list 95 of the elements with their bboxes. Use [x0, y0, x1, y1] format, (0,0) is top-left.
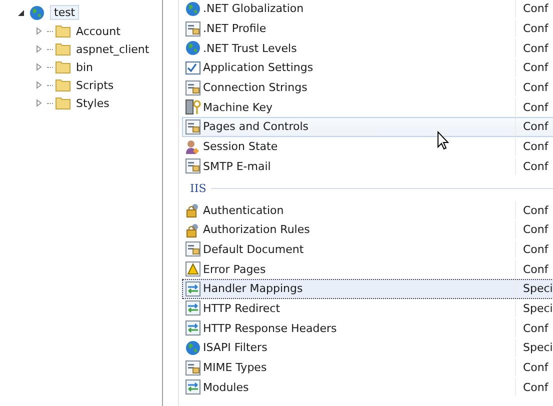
- page-icon: [185, 20, 201, 37]
- checklist-icon: [185, 60, 201, 76]
- feature-row[interactable]: ISAPI Filters Speci: [182, 338, 553, 358]
- table-cell-text: Conf: [522, 100, 548, 114]
- page-icon: [185, 158, 201, 174]
- table-cell-text: Speci: [522, 302, 553, 315]
- table-cell-text: Conf: [522, 223, 548, 236]
- arrows-icon: [185, 280, 201, 297]
- tree-item[interactable]: Scripts: [73, 78, 117, 92]
- feature-row[interactable]: Application Settings Conf: [182, 58, 553, 78]
- tree-item[interactable]: bin: [73, 60, 96, 74]
- feature-row[interactable]: Modules Conf: [182, 377, 553, 398]
- globe-icon: [185, 40, 201, 56]
- folder-icon: [55, 60, 71, 74]
- lock-icon: [185, 222, 201, 238]
- table-cell-text: Conf: [522, 81, 548, 94]
- lock-icon: [185, 202, 201, 218]
- globe-icon: [29, 4, 45, 20]
- feature-name: ISAPI Filters: [203, 341, 268, 354]
- feature-name: Authentication: [203, 204, 284, 217]
- person-icon: [185, 138, 201, 155]
- folder-icon: [55, 42, 71, 56]
- feature-row[interactable]: HTTP Response Headers Conf: [182, 318, 553, 338]
- page-icon: [185, 360, 201, 376]
- expand-arrow-icon[interactable]: [35, 44, 44, 54]
- feature-row[interactable]: HTTP Redirect Speci: [182, 298, 553, 318]
- feature-row[interactable]: Machine Key Conf: [182, 97, 553, 118]
- feature-name: HTTP Redirect: [203, 302, 280, 315]
- feature-name: .NET Globalization: [203, 2, 304, 16]
- table-cell-text: Conf: [522, 120, 548, 134]
- table-cell-text: Conf: [522, 204, 548, 217]
- tree-item[interactable]: Styles: [73, 96, 112, 110]
- feature-row[interactable]: Default Document Conf: [182, 240, 553, 260]
- table-cell-text: Conf: [522, 380, 548, 394]
- feature-row[interactable]: .NET Globalization Conf: [182, 0, 553, 19]
- tree-item[interactable]: test: [50, 5, 80, 20]
- feature-row[interactable]: Error Pages Conf: [182, 259, 553, 279]
- feature-row[interactable]: Connection Strings Conf: [182, 78, 553, 98]
- arrows-icon: [185, 300, 201, 316]
- feature-name: Default Document: [203, 242, 304, 256]
- table-cell-text: Conf: [522, 322, 548, 335]
- folder-icon: [55, 24, 71, 38]
- mouse-pointer-icon: [437, 131, 449, 150]
- expand-arrow-icon[interactable]: [35, 98, 44, 108]
- table-cell-text: Conf: [522, 140, 548, 154]
- warning-icon: [185, 261, 201, 278]
- table-cell-text: Speci: [522, 341, 553, 354]
- folder-icon: [55, 96, 71, 110]
- feature-name: Machine Key: [203, 100, 272, 114]
- table-cell-text: Conf: [522, 22, 548, 36]
- server-key-icon: [185, 99, 201, 116]
- expand-arrow-icon[interactable]: [35, 80, 44, 90]
- table-cell-text: Conf: [522, 262, 548, 276]
- feature-row[interactable]: .NET Profile Conf: [182, 18, 553, 38]
- collapse-arrow-icon[interactable]: [17, 8, 26, 17]
- table-cell-text: Conf: [522, 42, 548, 55]
- feature-name: Session State: [203, 140, 278, 154]
- feature-row[interactable]: Handler Mappings Speci: [182, 278, 553, 299]
- feature-name: Handler Mappings: [203, 282, 303, 296]
- tree-item[interactable]: Account: [73, 24, 124, 38]
- globe-icon: [185, 0, 201, 17]
- feature-row[interactable]: Authentication Conf: [182, 200, 553, 220]
- feature-row[interactable]: .NET Trust Levels Conf: [182, 38, 553, 58]
- feature-row[interactable]: Pages and Controls Conf: [182, 117, 553, 137]
- folder-icon: [55, 78, 71, 92]
- table-cell-text: Conf: [522, 61, 548, 74]
- feature-name: Pages and Controls: [203, 120, 309, 134]
- feature-name: Error Pages: [203, 262, 266, 276]
- feature-name: SMTP E-mail: [203, 160, 271, 173]
- table-cell-text: Conf: [522, 2, 548, 16]
- expand-arrow-icon[interactable]: [35, 62, 44, 72]
- table-cell-text: Conf: [522, 361, 548, 374]
- feature-name: Authorization Rules: [203, 223, 310, 236]
- page-icon: [185, 80, 201, 96]
- feature-name: .NET Trust Levels: [203, 42, 297, 55]
- feature-name: .NET Profile: [203, 22, 266, 36]
- feature-name: Modules: [203, 380, 249, 394]
- group-header: IIS: [190, 182, 206, 195]
- arrows-icon: [185, 379, 201, 396]
- table-cell-text: Speci: [522, 282, 553, 296]
- globe-icon: [185, 340, 201, 356]
- tree-item[interactable]: aspnet_client: [73, 42, 152, 56]
- table-cell-text: Conf: [522, 242, 548, 256]
- feature-name: HTTP Response Headers: [203, 322, 337, 335]
- expand-arrow-icon[interactable]: [35, 26, 44, 36]
- feature-name: Connection Strings: [203, 81, 308, 94]
- arrows-icon: [185, 320, 201, 336]
- page-icon: [185, 241, 201, 258]
- feature-row[interactable]: Authorization Rules Conf: [182, 220, 553, 240]
- feature-row[interactable]: SMTP E-mail Conf: [182, 156, 553, 176]
- feature-row[interactable]: MIME Types Conf: [182, 358, 553, 378]
- feature-name: Application Settings: [203, 61, 314, 74]
- page-icon: [185, 118, 201, 135]
- feature-name: MIME Types: [203, 361, 267, 374]
- table-cell-text: Conf: [522, 160, 548, 173]
